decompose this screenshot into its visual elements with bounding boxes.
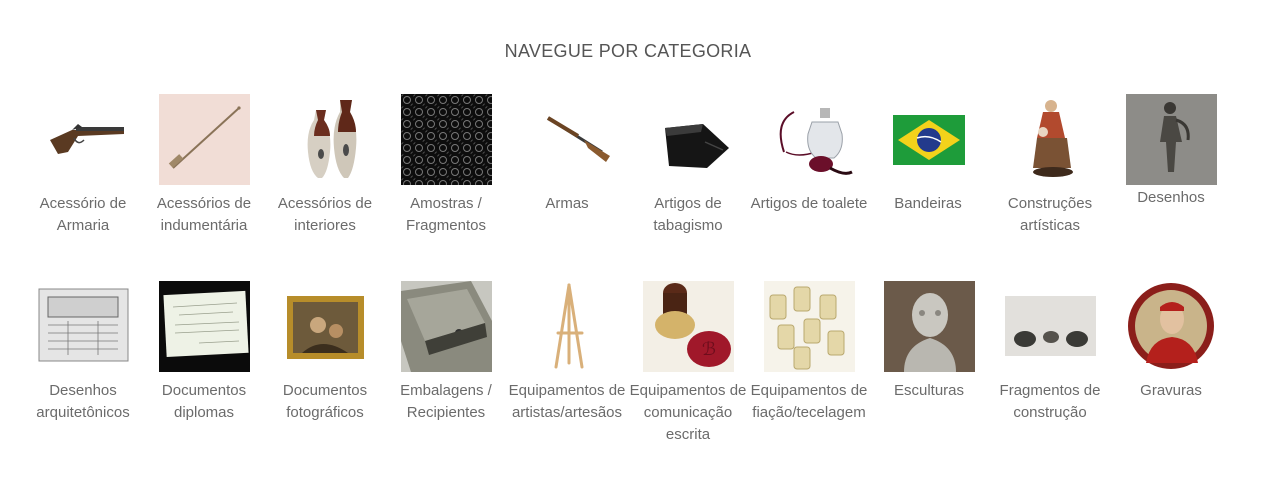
brazil-flag-icon bbox=[882, 94, 974, 185]
hatpin-icon bbox=[158, 94, 250, 185]
category-equipamentos-de-artistas-artesaos[interactable]: Equipamentos de artistas/artesãos bbox=[508, 281, 626, 424]
figure-drawing-icon bbox=[1125, 94, 1217, 185]
category-amostras-fragmentos[interactable]: Amostras / Fragmentos bbox=[387, 94, 505, 237]
category-acessorios-de-interiores[interactable]: Acessórios de interiores bbox=[266, 94, 384, 237]
spools-icon bbox=[763, 281, 855, 372]
category-label: Embalagens / Recipientes bbox=[400, 382, 492, 421]
category-desenhos[interactable]: Desenhos bbox=[1112, 94, 1230, 209]
category-label: Construções artísticas bbox=[1007, 195, 1093, 234]
flintlock-pistol-icon bbox=[37, 94, 129, 185]
wax-seal-icon: ℬ bbox=[642, 281, 734, 372]
category-equipamentos-de-fiacao-tecelagem[interactable]: Equipamentos de fiação/tecelagem bbox=[750, 281, 868, 424]
category-label: Bandeiras bbox=[894, 195, 962, 212]
category-label: Acessórios de indumentária bbox=[156, 195, 252, 234]
category-label: Equipamentos de comunicação escrita bbox=[629, 382, 747, 443]
category-construcoes-artisticas[interactable]: Construções artísticas bbox=[991, 94, 1109, 237]
portrait-engraving-icon bbox=[1125, 281, 1217, 372]
category-documentos-diplomas[interactable]: Documentos diplomas bbox=[145, 281, 263, 424]
diploma-icon bbox=[158, 281, 250, 372]
tobacco-pouch-icon bbox=[642, 94, 734, 185]
category-acessorios-de-indumentaria[interactable]: Acessórios de indumentária bbox=[145, 94, 263, 237]
category-label: Desenhos arquitetônicos bbox=[36, 382, 130, 421]
category-label: Equipamentos de fiação/tecelagem bbox=[750, 382, 868, 421]
architectural-plan-icon bbox=[37, 281, 129, 372]
figurine-icon bbox=[1004, 94, 1096, 185]
category-documentos-fotograficos[interactable]: Documentos fotográficos bbox=[266, 281, 384, 424]
building-fragments-icon bbox=[1004, 281, 1096, 372]
category-label: Artigos de toalete bbox=[750, 195, 868, 212]
framed-photo-icon bbox=[279, 281, 371, 372]
svg-text:ℬ: ℬ bbox=[701, 339, 715, 360]
category-artigos-de-toalete[interactable]: Artigos de toalete bbox=[750, 94, 868, 215]
category-esculturas[interactable]: Esculturas bbox=[870, 281, 988, 402]
rifle-icon bbox=[521, 94, 613, 185]
category-label: Amostras / Fragmentos bbox=[405, 195, 487, 234]
category-embalagens-recipientes[interactable]: Embalagens / Recipientes bbox=[387, 281, 505, 424]
category-label: Fragmentos de construção bbox=[999, 382, 1101, 421]
category-label: Armas bbox=[545, 195, 589, 212]
category-label: Artigos de tabagismo bbox=[653, 195, 723, 234]
category-label: Equipamentos de artistas/artesãos bbox=[508, 382, 626, 421]
category-label: Documentos diplomas bbox=[161, 382, 247, 421]
perfume-atomizer-icon bbox=[763, 94, 855, 185]
category-label: Acessórios de interiores bbox=[277, 195, 373, 234]
category-label: Acessório de Armaria bbox=[39, 195, 127, 234]
category-gravuras[interactable]: Gravuras bbox=[1112, 281, 1230, 402]
category-fragmentos-de-construcao[interactable]: Fragmentos de construção bbox=[991, 281, 1109, 424]
category-bandeiras[interactable]: Bandeiras bbox=[869, 94, 987, 215]
bust-sculpture-icon bbox=[883, 281, 975, 372]
section-title: NAVEGUE POR CATEGORIA bbox=[504, 41, 752, 61]
tin-box-icon bbox=[400, 281, 492, 372]
vases-icon bbox=[279, 94, 371, 185]
category-label: Desenhos bbox=[1137, 189, 1205, 206]
category-desenhos-arquitetonicos[interactable]: Desenhos arquitetônicos bbox=[24, 281, 142, 424]
category-artigos-de-tabagismo[interactable]: Artigos de tabagismo bbox=[629, 94, 747, 237]
category-label: Esculturas bbox=[893, 382, 965, 399]
lace-fabric-icon bbox=[400, 94, 492, 185]
category-label: Documentos fotográficos bbox=[282, 382, 368, 421]
category-armas[interactable]: Armas bbox=[508, 94, 626, 215]
easel-icon bbox=[521, 281, 613, 372]
category-acessorio-de-armaria[interactable]: Acessório de Armaria bbox=[24, 94, 142, 237]
category-equipamentos-de-comunicacao-escrita[interactable]: ℬ Equipamentos de comunicação escrita bbox=[629, 281, 747, 446]
category-label: Gravuras bbox=[1140, 382, 1202, 399]
